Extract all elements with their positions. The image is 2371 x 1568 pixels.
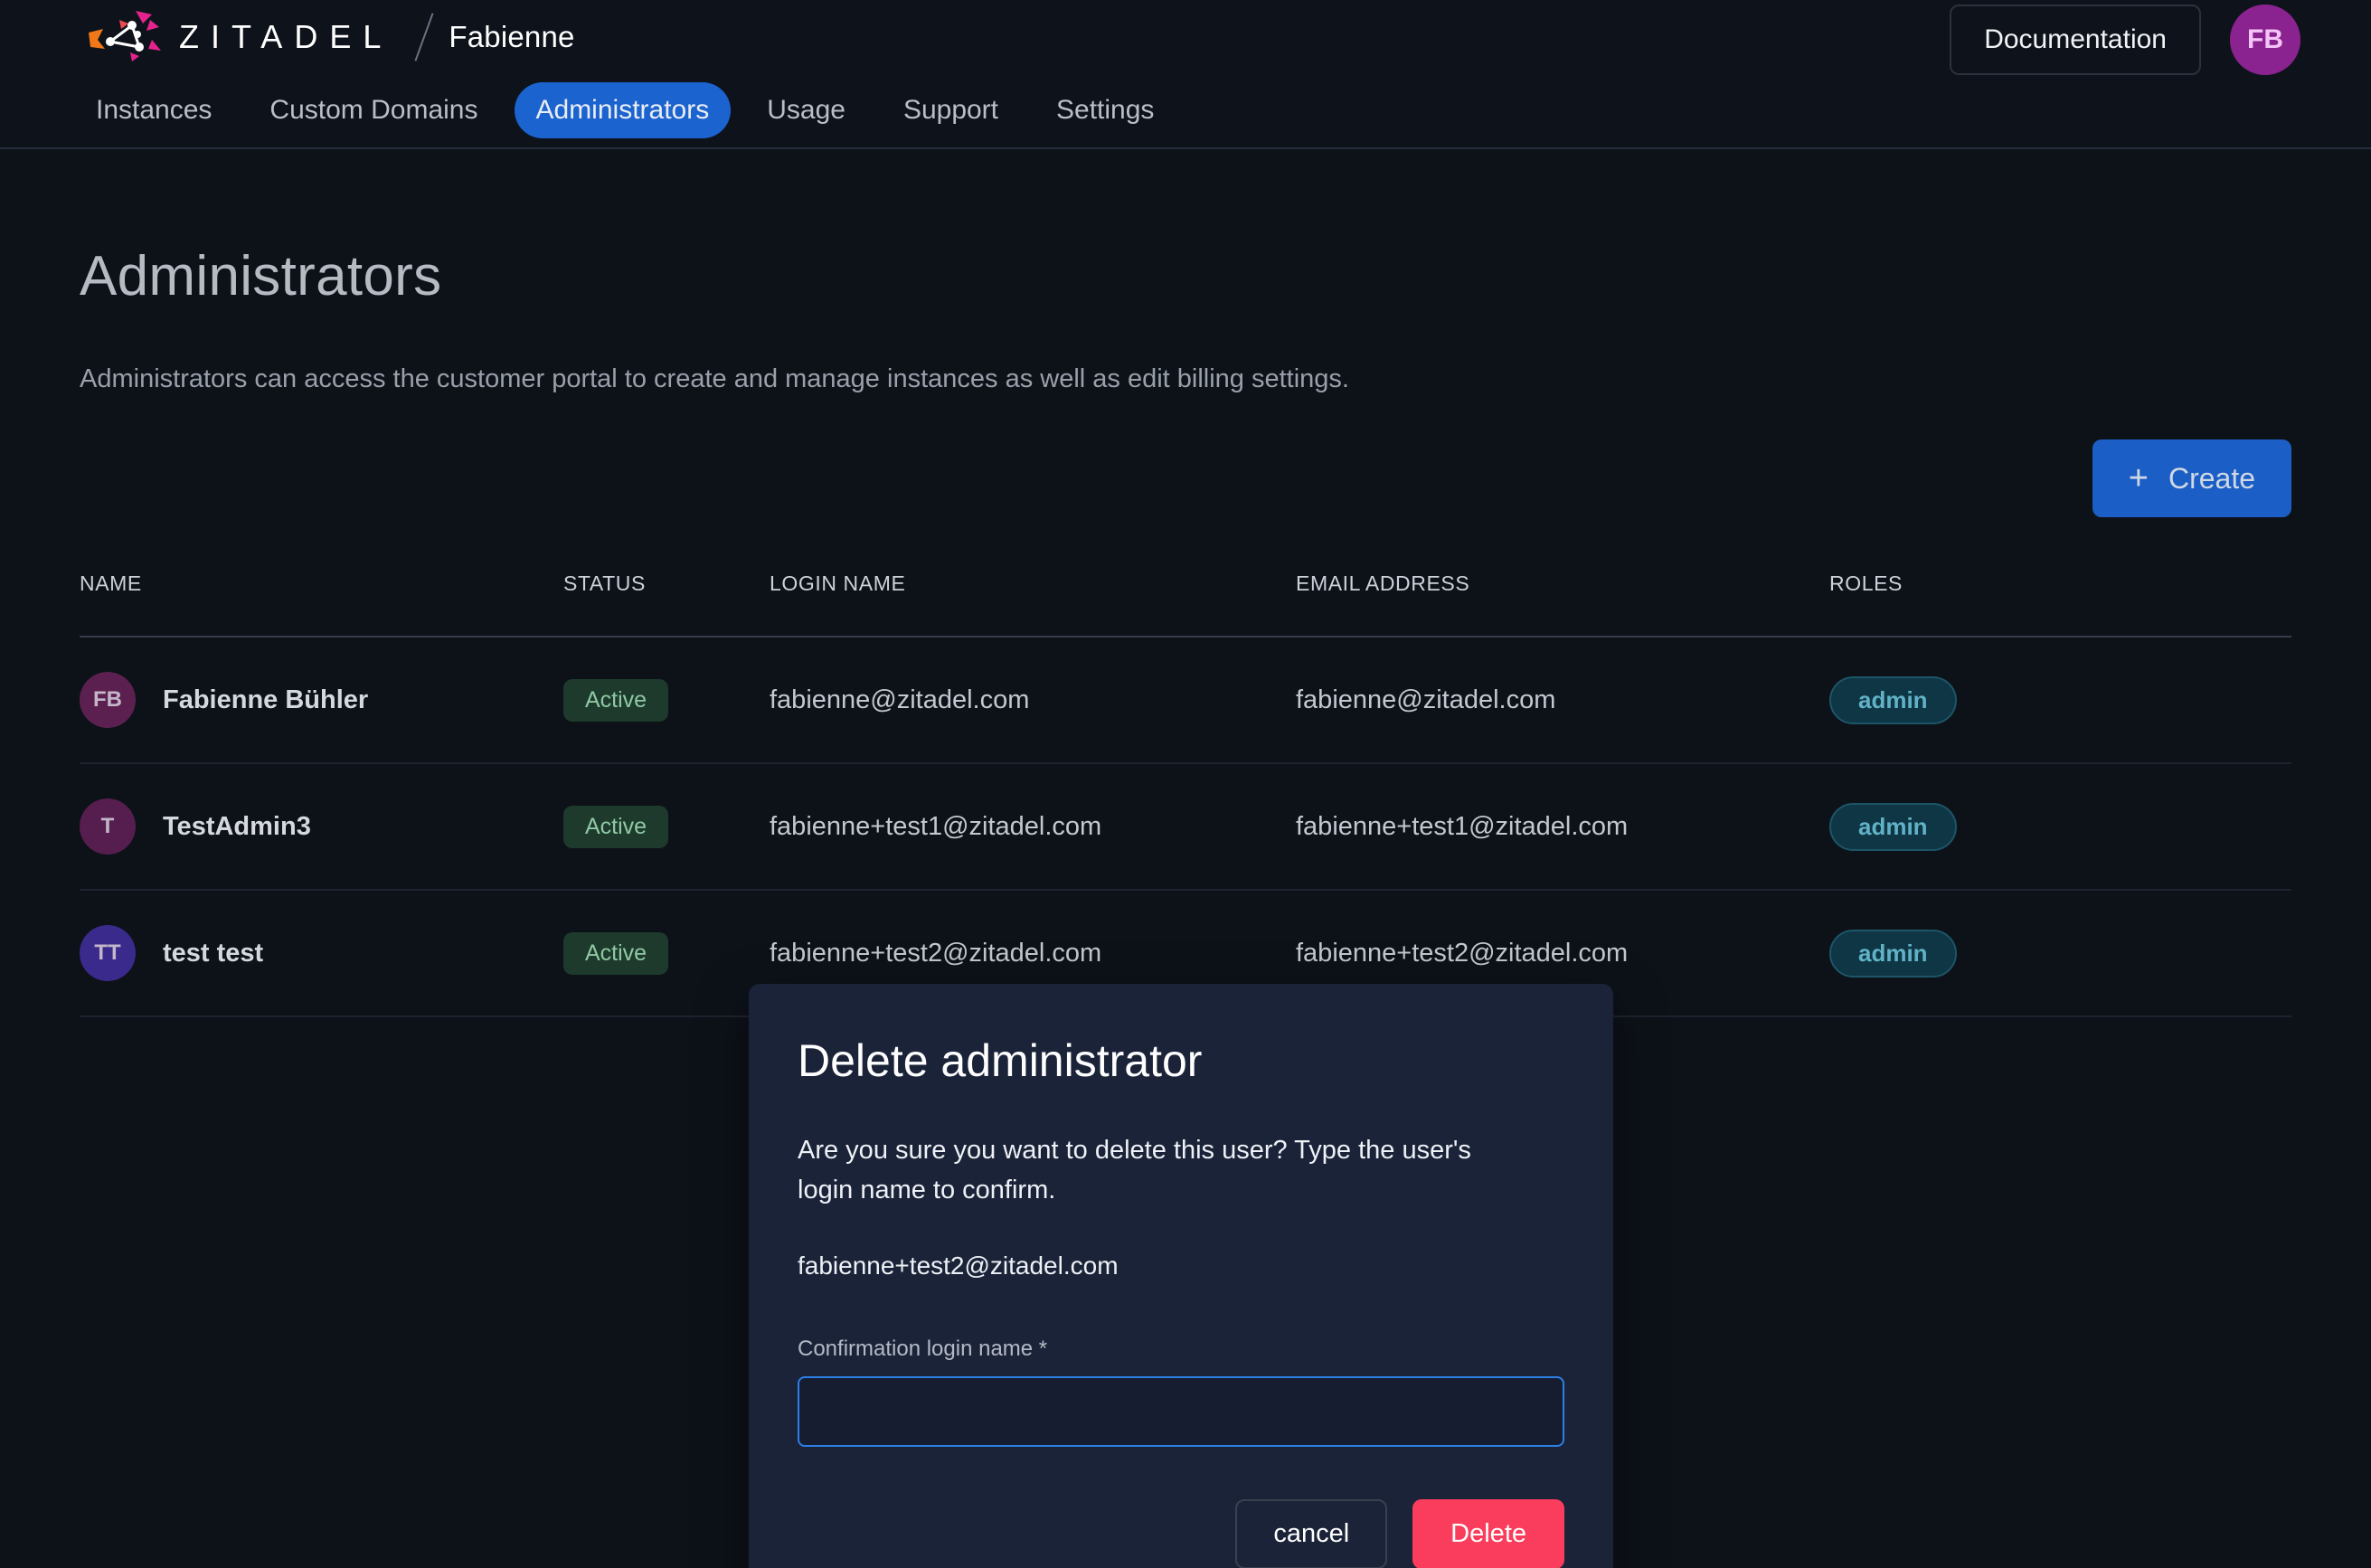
column-header-name: NAME xyxy=(80,571,142,595)
cell-status: Active xyxy=(563,890,770,1017)
create-button-label: Create xyxy=(2168,461,2255,495)
cell-roles: admin xyxy=(1829,637,2291,764)
role-badge: admin xyxy=(1829,675,1957,724)
table-row[interactable]: T TestAdmin3 Active fabienne+test1@zitad… xyxy=(80,763,2291,891)
status-badge: Active xyxy=(563,678,669,722)
confirmation-login-name-input[interactable] xyxy=(798,1376,1564,1448)
table-row[interactable]: FB Fabienne Bühler Active fabienne@zitad… xyxy=(80,637,2291,764)
cancel-button[interactable]: cancel xyxy=(1235,1499,1388,1568)
table-header: NAME STATUS LOGIN NAME EMAIL ADDRESS ROL… xyxy=(80,571,2291,637)
cell-status: Active xyxy=(563,763,770,891)
user-name: test test xyxy=(163,938,264,968)
column-header-email: EMAIL ADDRESS xyxy=(1296,571,1470,595)
tab-custom-domains[interactable]: Custom Domains xyxy=(248,82,499,138)
column-header-status: STATUS xyxy=(563,571,646,595)
documentation-button[interactable]: Documentation xyxy=(1950,5,2201,75)
plus-icon: + xyxy=(2128,459,2149,497)
cell-roles: admin xyxy=(1829,890,2291,1017)
cell-roles: admin xyxy=(1829,763,2291,891)
status-badge: Active xyxy=(563,805,669,848)
dialog-body-text: Are you sure you want to delete this use… xyxy=(798,1136,1471,1205)
administrators-table: NAME STATUS LOGIN NAME EMAIL ADDRESS ROL… xyxy=(80,571,2291,1017)
tab-settings[interactable]: Settings xyxy=(1034,82,1176,138)
main-content: Administrators Administrators can access… xyxy=(0,244,2371,1568)
zitadel-logo-icon[interactable] xyxy=(80,9,163,69)
page-title: Administrators xyxy=(80,245,442,307)
cell-name: FB Fabienne Bühler xyxy=(80,637,563,764)
tab-administrators[interactable]: Administrators xyxy=(514,82,732,138)
role-badge: admin xyxy=(1829,802,1957,851)
cell-name: TT test test xyxy=(80,890,563,1017)
top-header: ZITADEL Fabienne Documentation FB Instan… xyxy=(0,0,2371,149)
cell-email: fabienne+test1@zitadel.com xyxy=(1296,763,1829,891)
org-name: Fabienne xyxy=(449,20,575,53)
delete-administrator-dialog: Delete administrator Are you sure you wa… xyxy=(749,984,1613,1568)
tab-instances[interactable]: Instances xyxy=(74,82,233,138)
user-name: TestAdmin3 xyxy=(163,811,311,841)
user-avatar[interactable]: FB xyxy=(2230,5,2300,75)
cell-status: Active xyxy=(563,637,770,764)
confirmation-field-label: Confirmation login name * xyxy=(798,1337,1048,1362)
avatar: TT xyxy=(80,925,136,981)
zitadel-wordmark: ZITADEL xyxy=(179,18,393,55)
brand-separator xyxy=(414,13,434,61)
avatar: T xyxy=(80,798,136,855)
cell-name: T TestAdmin3 xyxy=(80,763,563,891)
role-badge: admin xyxy=(1829,929,1957,978)
column-header-login: LOGIN NAME xyxy=(770,571,906,595)
create-button[interactable]: + Create xyxy=(2092,439,2291,517)
dialog-title: Delete administrator xyxy=(798,1035,1203,1086)
delete-button[interactable]: Delete xyxy=(1412,1499,1564,1568)
dialog-target-login-name: fabienne+test2@zitadel.com xyxy=(798,1252,1119,1280)
tab-usage[interactable]: Usage xyxy=(745,82,867,138)
dialog-actions: cancel Delete xyxy=(798,1499,1564,1568)
user-name: Fabienne Bühler xyxy=(163,685,369,714)
table-body: FB Fabienne Bühler Active fabienne@zitad… xyxy=(80,637,2291,1017)
cell-email: fabienne@zitadel.com xyxy=(1296,637,1829,764)
status-badge: Active xyxy=(563,931,669,975)
cell-login-name: fabienne@zitadel.com xyxy=(770,637,1296,764)
cell-login-name: fabienne+test1@zitadel.com xyxy=(770,763,1296,891)
page-description: Administrators can access the customer p… xyxy=(80,364,1349,393)
header-actions: Documentation FB xyxy=(1950,5,2300,75)
avatar: FB xyxy=(80,672,136,728)
main-nav-tabs: Instances Custom Domains Administrators … xyxy=(0,74,2371,146)
tab-support[interactable]: Support xyxy=(882,82,1020,138)
create-row: + Create xyxy=(80,439,2291,517)
column-header-roles: ROLES xyxy=(1829,571,1903,595)
